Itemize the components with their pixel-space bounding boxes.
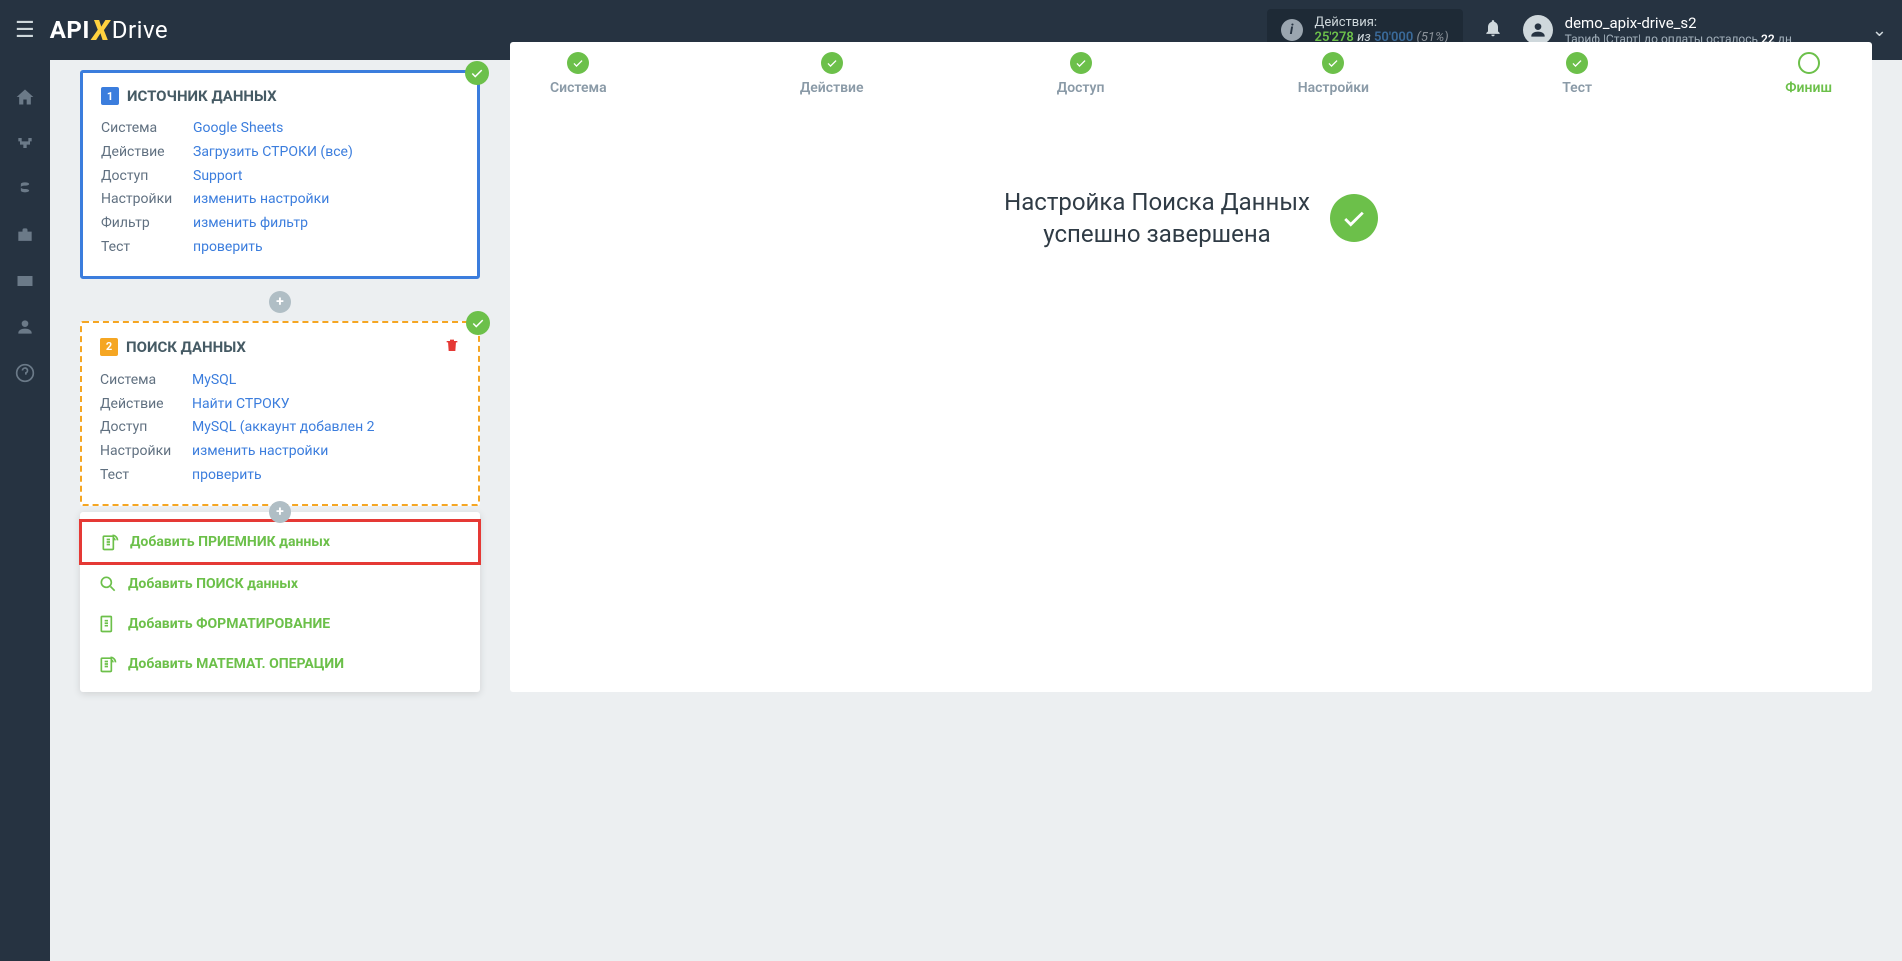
- left-column: 1 ИСТОЧНИК ДАННЫХ СистемаGoogle Sheets Д…: [80, 60, 480, 692]
- sidebar-briefcase[interactable]: [13, 223, 37, 247]
- search-test-link[interactable]: проверить: [192, 464, 262, 488]
- logo-api: API: [50, 16, 90, 44]
- card-number-1: 1: [101, 87, 119, 105]
- step-test[interactable]: Тест: [1562, 52, 1592, 96]
- source-settings-link[interactable]: изменить настройки: [193, 188, 329, 212]
- completion-line2: успешно завершена: [1004, 218, 1310, 250]
- chevron-down-icon[interactable]: ⌄: [1872, 20, 1887, 41]
- source-access-link[interactable]: Support: [193, 165, 242, 189]
- check-badge-icon: [465, 61, 489, 85]
- add-math-button[interactable]: Добавить МАТЕМАТ. ОПЕРАЦИИ: [80, 644, 480, 684]
- logo[interactable]: API X Drive: [50, 14, 168, 47]
- stepper: Система Действие Доступ Настройки Тест Ф…: [530, 42, 1852, 96]
- check-circle-icon: [1330, 194, 1378, 242]
- search-card[interactable]: 2 ПОИСК ДАННЫХ СистемаMySQL ДействиеНайт…: [80, 321, 480, 506]
- search-doc-icon: [98, 574, 118, 594]
- sidebar-help[interactable]: [13, 361, 37, 385]
- logo-drive: Drive: [112, 16, 168, 44]
- actions-text: Действия: 25'278 из 50'000 (51%): [1315, 15, 1449, 45]
- add-circle-button[interactable]: +: [269, 291, 291, 313]
- check-badge-icon: [466, 311, 490, 335]
- card-number-2: 2: [100, 338, 118, 356]
- source-system-link[interactable]: Google Sheets: [193, 117, 283, 141]
- main: 1 ИСТОЧНИК ДАННЫХ СистемаGoogle Sheets Д…: [50, 60, 1902, 692]
- step-finish[interactable]: Финиш: [1785, 52, 1832, 96]
- add-step-between-1: +: [80, 291, 480, 313]
- right-column: Система Действие Доступ Настройки Тест Ф…: [510, 42, 1872, 692]
- step-settings[interactable]: Настройки: [1298, 52, 1369, 96]
- step-access[interactable]: Доступ: [1057, 52, 1105, 96]
- source-filter-link[interactable]: изменить фильтр: [193, 212, 308, 236]
- source-card-title: 1 ИСТОЧНИК ДАННЫХ: [101, 87, 459, 105]
- document-icon: [98, 614, 118, 634]
- search-settings-link[interactable]: изменить настройки: [192, 440, 328, 464]
- username: demo_apix-drive_s2: [1565, 14, 1792, 32]
- sidebar-video[interactable]: [13, 269, 37, 293]
- step-action[interactable]: Действие: [800, 52, 864, 96]
- info-icon: i: [1281, 19, 1303, 41]
- sidebar-user[interactable]: [13, 315, 37, 339]
- source-test-link[interactable]: проверить: [193, 236, 263, 260]
- sidebar-home[interactable]: [13, 85, 37, 109]
- add-format-button[interactable]: Добавить ФОРМАТИРОВАНИЕ: [80, 604, 480, 644]
- step-system[interactable]: Система: [550, 52, 607, 96]
- hamburger-menu[interactable]: ☰: [15, 18, 35, 43]
- completion-message: Настройка Поиска Данных успешно завершен…: [530, 186, 1852, 251]
- add-circle-icon: +: [269, 501, 291, 523]
- add-step-menu: + Добавить ПРИЕМНИК данных Добавить ПОИС…: [80, 512, 480, 692]
- source-card[interactable]: 1 ИСТОЧНИК ДАННЫХ СистемаGoogle Sheets Д…: [80, 70, 480, 279]
- search-card-title: 2 ПОИСК ДАННЫХ: [100, 337, 460, 357]
- avatar-icon: [1523, 15, 1553, 45]
- bell-icon[interactable]: [1483, 18, 1503, 43]
- sidebar: [0, 60, 50, 961]
- source-action-link[interactable]: Загрузить СТРОКИ (все): [193, 141, 353, 165]
- delete-search-button[interactable]: [444, 337, 460, 357]
- search-action-link[interactable]: Найти СТРОКУ: [192, 393, 290, 417]
- search-system-link[interactable]: MySQL: [192, 369, 236, 393]
- search-access-link[interactable]: MySQL (аккаунт добавлен 2: [192, 416, 375, 440]
- document-wifi-icon: [100, 532, 120, 552]
- add-receiver-button[interactable]: Добавить ПРИЕМНИК данных: [79, 519, 481, 565]
- document-wifi-icon: [98, 654, 118, 674]
- actions-label: Действия:: [1315, 15, 1377, 30]
- sidebar-billing[interactable]: [13, 177, 37, 201]
- completion-line1: Настройка Поиска Данных: [1004, 186, 1310, 218]
- add-search-button[interactable]: Добавить ПОИСК данных: [80, 564, 480, 604]
- logo-x: X: [92, 14, 110, 47]
- sidebar-connections[interactable]: [13, 131, 37, 155]
